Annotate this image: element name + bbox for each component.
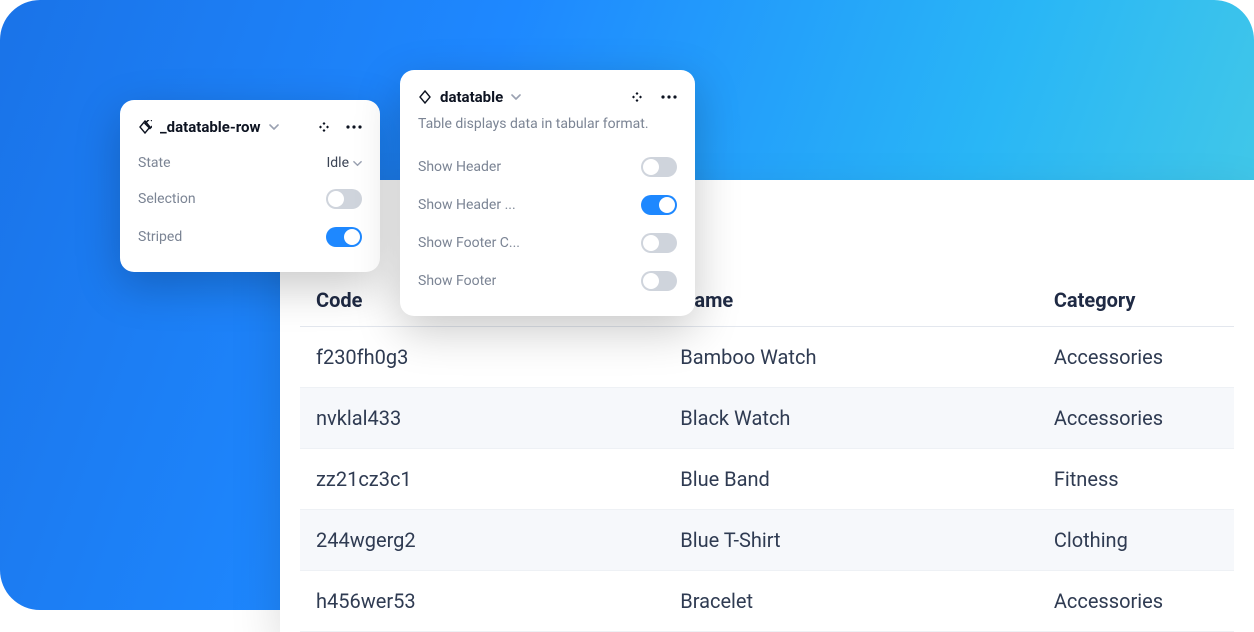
table-row[interactable]: nvklal433 Black Watch Accessories [300, 388, 1234, 449]
cell-category: Accessories [1038, 327, 1234, 388]
toggle-show-footer-c[interactable] [641, 233, 677, 253]
cell-category: Fitness [1038, 449, 1234, 510]
prop-row-show-footer: Show Footer [418, 262, 677, 300]
prop-label: Show Footer [418, 273, 496, 289]
prop-row-state: State Idle [138, 146, 362, 180]
cell-name: Black Watch [664, 388, 1038, 449]
prop-row-show-header-2: Show Header ... [418, 186, 677, 224]
drag-icon[interactable] [631, 91, 643, 103]
prop-row-show-footer-c: Show Footer C... [418, 224, 677, 262]
prop-label: Show Footer C... [418, 235, 520, 251]
table-row[interactable]: f230fh0g3 Bamboo Watch Accessories [300, 327, 1234, 388]
table-row[interactable]: 244wgerg2 Blue T-Shirt Clothing [300, 510, 1234, 571]
cell-code: f230fh0g3 [300, 327, 664, 388]
toggle-show-footer[interactable] [641, 271, 677, 291]
inspector-panel-table: datatable Table displays data in tabular… [400, 70, 695, 316]
cell-category: Clothing [1038, 510, 1234, 571]
column-header-category[interactable]: Category [1038, 260, 1234, 327]
prop-row-striped: Striped [138, 218, 362, 256]
cell-name: Bamboo Watch [664, 327, 1038, 388]
inspector-panel-row: _datatable-row State Idle Selection Stri… [120, 100, 380, 272]
cell-category: Accessories [1038, 388, 1234, 449]
drag-icon[interactable] [318, 121, 330, 133]
prop-label: Show Header [418, 159, 501, 175]
cell-code: h456wer53 [300, 571, 664, 632]
cell-name: Bracelet [664, 571, 1038, 632]
panel-title[interactable]: _datatable-row [160, 118, 261, 136]
table-row[interactable]: zz21cz3c1 Blue Band Fitness [300, 449, 1234, 510]
table-row[interactable]: h456wer53 Bracelet Accessories [300, 571, 1234, 632]
more-icon[interactable] [661, 95, 677, 99]
prop-row-show-header: Show Header [418, 148, 677, 186]
chevron-down-icon[interactable] [269, 122, 279, 132]
column-header-name[interactable]: Name [664, 260, 1038, 327]
component-icon [418, 90, 432, 104]
prop-label: State [138, 155, 171, 171]
more-icon[interactable] [346, 125, 362, 129]
panel-title[interactable]: datatable [440, 88, 503, 106]
toggle-striped[interactable] [326, 227, 362, 247]
cell-code: 244wgerg2 [300, 510, 664, 571]
toggle-selection[interactable] [326, 189, 362, 209]
prop-label: Striped [138, 229, 182, 245]
toggle-show-header-2[interactable] [641, 195, 677, 215]
prop-dropdown[interactable]: Idle [326, 155, 362, 171]
prop-label: Selection [138, 191, 196, 207]
prop-row-selection: Selection [138, 180, 362, 218]
cell-code: zz21cz3c1 [300, 449, 664, 510]
cell-category: Accessories [1038, 571, 1234, 632]
cell-name: Blue Band [664, 449, 1038, 510]
cell-code: nvklal433 [300, 388, 664, 449]
prop-label: Show Header ... [418, 197, 516, 213]
component-icon [138, 120, 152, 134]
panel-description: Table displays data in tabular format. [418, 116, 677, 132]
toggle-show-header[interactable] [641, 157, 677, 177]
chevron-down-icon [353, 159, 362, 168]
chevron-down-icon[interactable] [511, 92, 521, 102]
cell-name: Blue T-Shirt [664, 510, 1038, 571]
dropdown-value: Idle [326, 155, 349, 171]
